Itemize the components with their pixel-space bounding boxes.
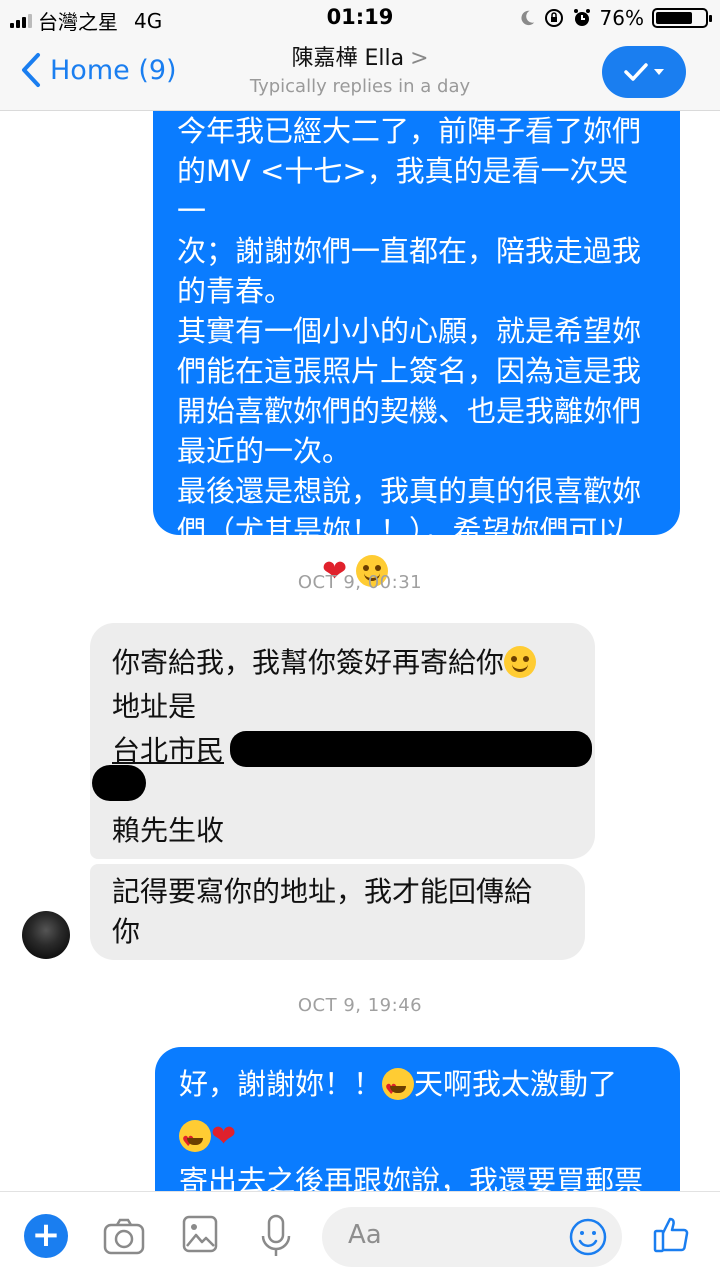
- conversation-header: Home (9) 陳嘉樺 Ella > Typically replies in …: [0, 36, 720, 111]
- message-text: 天啊我太激動了: [414, 1067, 618, 1101]
- heart-eyes-icon: [382, 1068, 415, 1110]
- message-line: 們能在這張照片上簽名，因為這是我: [177, 354, 642, 388]
- message-line: 今年我已經大二了，前陣子看了妳們: [177, 114, 642, 148]
- message-line: 的MV <十七>，我真的是看一次哭一: [177, 154, 628, 228]
- input-placeholder: Aa: [348, 1220, 382, 1250]
- thumbs-up-icon[interactable]: [652, 1214, 692, 1254]
- message-line: 地址是: [112, 690, 197, 723]
- redaction-mark: [230, 731, 592, 767]
- red-heart-icon: ❤: [211, 1119, 237, 1154]
- plus-icon[interactable]: +: [24, 1214, 68, 1258]
- microphone-icon[interactable]: [258, 1214, 294, 1258]
- image-icon[interactable]: [182, 1214, 218, 1254]
- message-line: ❤: [179, 1116, 656, 1162]
- chevron-right-icon: >: [410, 46, 429, 71]
- redaction-mark: [92, 765, 146, 801]
- emoji-icon[interactable]: [568, 1217, 608, 1257]
- checkmark-icon: [624, 63, 648, 81]
- smiling-face-icon: [504, 646, 537, 678]
- message-line: 們（尤其是妳！！），希望妳們可以: [177, 514, 627, 548]
- message-text: 好，謝謝妳！！: [179, 1067, 383, 1101]
- battery-percent: 76%: [599, 6, 644, 30]
- message-line: 記得要寫你的地址，我才能回傳給: [112, 875, 533, 908]
- message-line: 賴先生收: [112, 814, 225, 847]
- lock-rotation-icon: [544, 9, 563, 27]
- camera-icon[interactable]: [102, 1214, 146, 1258]
- outgoing-message[interactable]: 今年我已經大二了，前陣子看了妳們 的MV <十七>，我真的是看一次哭一 次；謝謝…: [153, 111, 680, 589]
- message-input[interactable]: Aa: [322, 1207, 622, 1267]
- redacted-line: [112, 771, 573, 811]
- status-bar: 台灣之星 4G 01:19 76%: [0, 0, 720, 36]
- message-text: 你寄給我，我幫你簽好再寄給你: [112, 646, 505, 679]
- caret-down-icon: [654, 69, 664, 75]
- message-line: 你寄給我，我幫你簽好再寄給你: [112, 643, 573, 683]
- message-line: 次；謝謝妳們一直都在，陪我走過我: [177, 234, 642, 268]
- contact-name: 陳嘉樺 Ella: [291, 46, 405, 71]
- message-line: 你: [112, 915, 141, 948]
- outgoing-message[interactable]: 好，謝謝妳！！ 天啊我太激動了 ❤ 寄出去之後再跟妳說，我還要買郵票: [155, 1047, 680, 1191]
- message-line: 寄出去之後再跟妳說，我還要買郵票: [179, 1164, 644, 1191]
- incoming-message[interactable]: 記得要寫你的地址，我才能回傳給 你: [90, 864, 585, 960]
- message-line: 其實有一個小小的心願，就是希望妳: [177, 314, 642, 348]
- alarm-icon: [573, 9, 590, 26]
- composer-bar: + Aa: [0, 1191, 720, 1281]
- address-text[interactable]: 台北市民: [112, 734, 224, 767]
- message-line: 開始喜歡妳們的契機、也是我離妳們: [177, 394, 642, 428]
- battery-icon: [652, 8, 712, 28]
- message-line: 好，謝謝妳！！ 天啊我太激動了: [179, 1064, 656, 1110]
- message-line: 的青春。: [177, 274, 294, 308]
- avatar[interactable]: [22, 911, 70, 959]
- checkmark-menu-button[interactable]: [602, 46, 686, 98]
- message-line: 最近的一次。: [177, 434, 352, 468]
- status-right: 76%: [518, 6, 712, 30]
- timestamp: OCT 9, 00:31: [297, 572, 423, 593]
- message-line: 最後還是想說，我真的真的很喜歡妳: [177, 474, 642, 508]
- heart-eyes-icon: [179, 1120, 211, 1162]
- moon-icon: [520, 10, 534, 26]
- timestamp: OCT 9, 19:46: [297, 995, 423, 1016]
- message-thread[interactable]: 今年我已經大二了，前陣子看了妳們 的MV <十七>，我真的是看一次哭一 次；謝謝…: [0, 111, 720, 1191]
